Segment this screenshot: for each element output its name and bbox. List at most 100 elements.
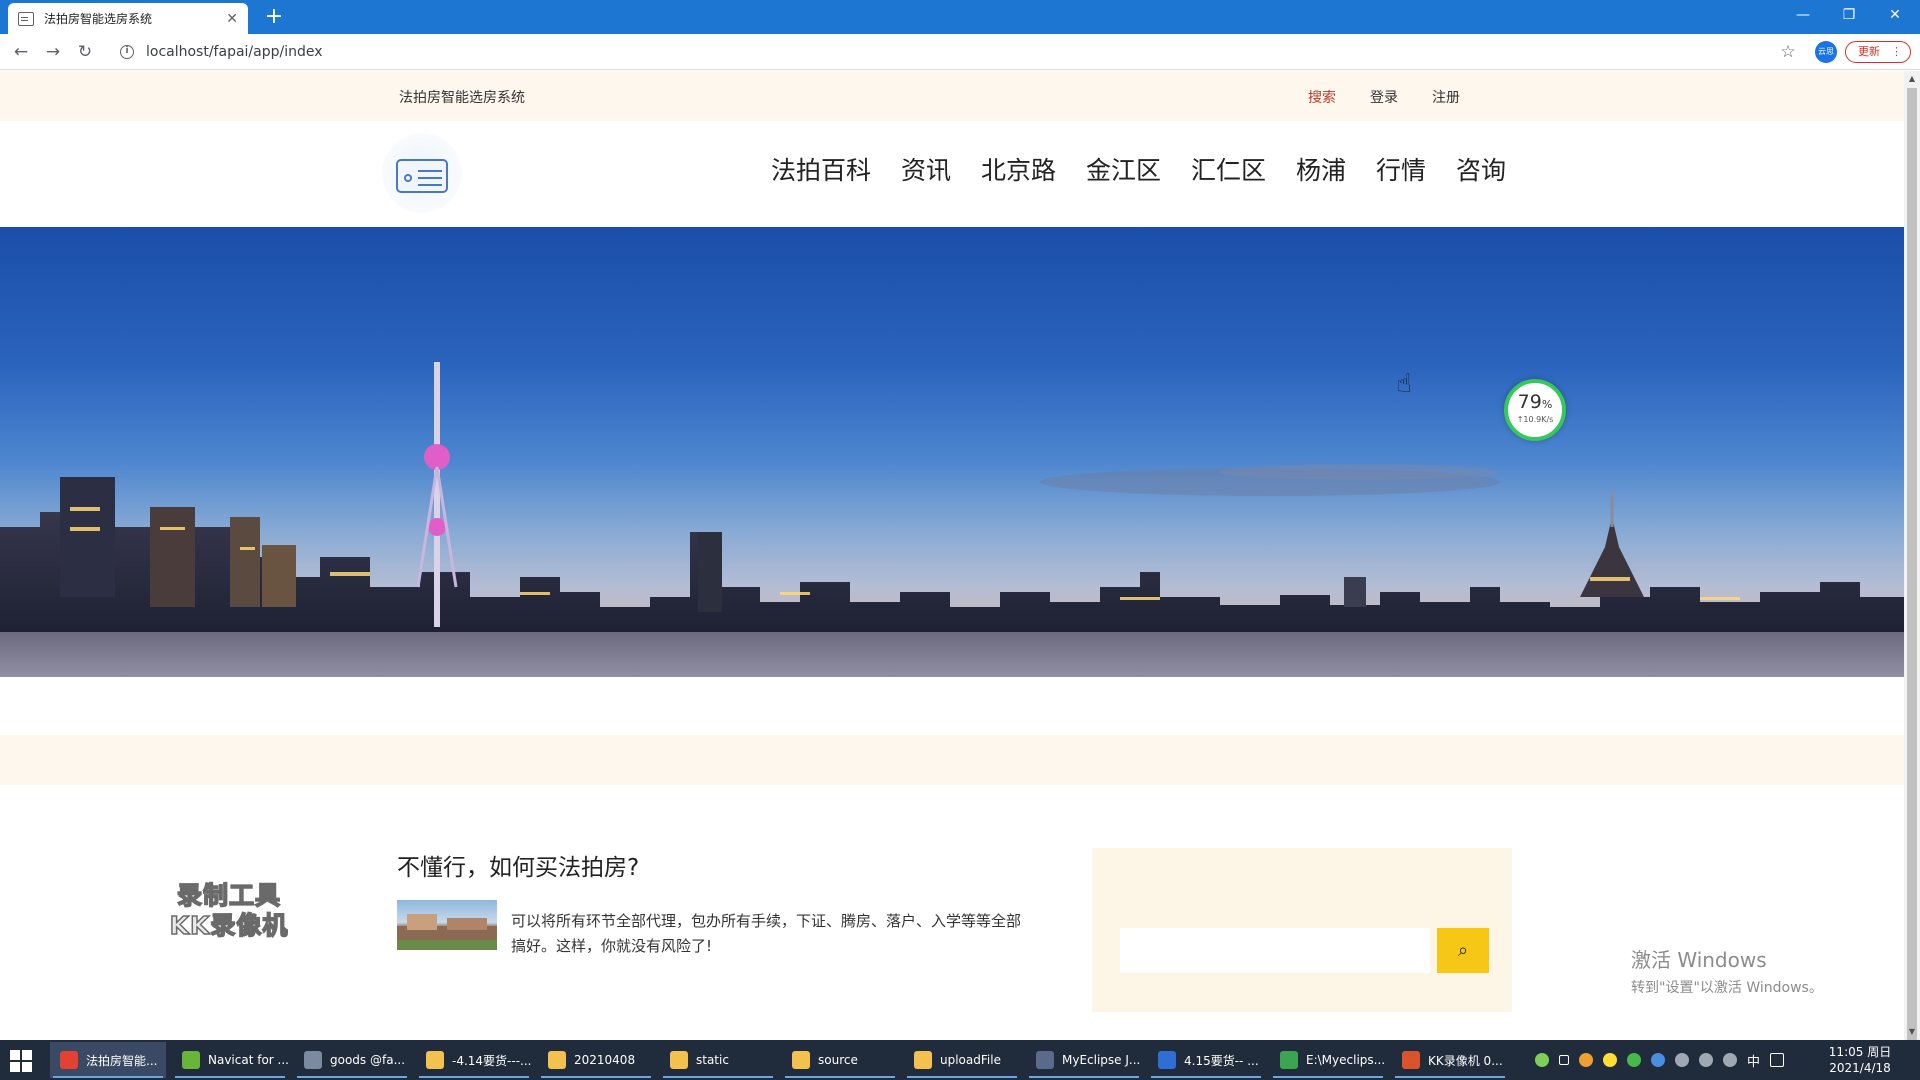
taskbar-item[interactable]: Navicat for ...	[172, 1042, 288, 1078]
app-icon	[1036, 1051, 1054, 1069]
nav-item-consult[interactable]: 咨询	[1456, 151, 1506, 187]
nav-item-market[interactable]: 行情	[1376, 151, 1426, 187]
nav-item-yangpu[interactable]: 杨浦	[1296, 151, 1346, 187]
menu-dots-icon[interactable]: ⋮	[1891, 42, 1902, 62]
nav-item-beijing-road[interactable]: 北京路	[981, 151, 1056, 187]
forward-icon[interactable]: →	[40, 39, 66, 65]
taskbar-item[interactable]: E:\Myeclips...	[1270, 1042, 1386, 1078]
taskbar-item-label: static	[696, 1053, 729, 1067]
volume-icon[interactable]	[1723, 1053, 1737, 1067]
app-icon	[426, 1051, 444, 1069]
nav-item-news[interactable]: 资讯	[901, 151, 951, 187]
scrollbar-thumb[interactable]	[1907, 88, 1917, 1040]
tab-close-icon[interactable]: ✕	[226, 11, 238, 27]
widget-percent: 79	[1517, 391, 1542, 413]
page-favicon-icon	[18, 11, 34, 26]
window-minimize-button[interactable]: —	[1780, 0, 1826, 30]
bookmark-star-icon[interactable]: ☆	[1776, 39, 1800, 65]
taskbar-item[interactable]: static	[660, 1042, 776, 1078]
article-thumbnail[interactable]	[397, 900, 497, 950]
activation-hint: 转到"设置"以激活 Windows。	[1631, 980, 1823, 996]
hero-banner	[0, 227, 1904, 677]
clock-date: 2021/4/18	[1829, 1061, 1891, 1075]
app-icon	[670, 1051, 688, 1069]
keyboard-icon[interactable]	[1770, 1053, 1785, 1067]
taskbar-item-label: MyEclipse J...	[1062, 1053, 1141, 1067]
ime-indicator[interactable]: 中	[1747, 1051, 1760, 1070]
browser-tab[interactable]: 法拍房智能选房系统 ✕	[8, 3, 248, 34]
tab-title: 法拍房智能选房系统	[44, 12, 153, 26]
taskbar-item-label: -4.14要货---...	[452, 1053, 532, 1068]
taskbar-item[interactable]: -4.14要货---...	[416, 1042, 532, 1078]
window-restore-button[interactable]: ❐	[1826, 0, 1872, 30]
reload-icon[interactable]: ↻	[72, 39, 98, 65]
search-icon: ⌕	[1457, 940, 1469, 960]
update-button[interactable]: 更新 ⋮	[1845, 41, 1911, 63]
taskbar-item[interactable]: KK录像机 0...	[1392, 1042, 1508, 1078]
shield-icon[interactable]	[1651, 1053, 1665, 1067]
search-input[interactable]	[1120, 928, 1430, 973]
clock-time: 11:05 周日	[1828, 1045, 1892, 1059]
site-info-icon[interactable]: i	[120, 45, 134, 59]
battery-icon[interactable]	[1535, 1053, 1549, 1067]
taskbar-item[interactable]: MyEclipse J...	[1026, 1042, 1142, 1078]
taskbar-item[interactable]: source	[782, 1042, 898, 1078]
app-icon	[914, 1051, 932, 1069]
tray-app-icon[interactable]	[1579, 1053, 1593, 1067]
register-link[interactable]: 注册	[1432, 87, 1460, 107]
app-icon	[60, 1051, 78, 1069]
page-viewport: 法拍房智能选房系统 搜索 登录 注册 法拍百科 资讯 北京路 金江区 汇仁区 杨…	[0, 71, 1904, 1040]
nav-item-fapai-baike[interactable]: 法拍百科	[771, 151, 871, 187]
update-label: 更新	[1858, 45, 1880, 58]
city-skyline-image	[0, 362, 1904, 677]
network-icon[interactable]	[1675, 1053, 1689, 1067]
nav-item-huiren[interactable]: 汇仁区	[1191, 151, 1266, 187]
nav-item-jinjiang[interactable]: 金江区	[1086, 151, 1161, 187]
page-scrollbar[interactable]: ▲ ▼	[1904, 71, 1920, 1040]
app-icon	[548, 1051, 566, 1069]
login-link[interactable]: 登录	[1370, 87, 1398, 107]
recorder-watermark: 录制工具 KK录像机	[160, 880, 298, 941]
search-button[interactable]: ⌕	[1437, 928, 1489, 973]
article-summary: 可以将所有环节全部代理，包办所有手续，下证、腾房、落户、入学等等全部搞好。这样，…	[511, 912, 1022, 955]
app-icon	[1402, 1051, 1420, 1069]
search-panel: ⌕	[1092, 848, 1512, 1012]
taskbar-item[interactable]: 4.15要货-- ...	[1148, 1042, 1264, 1078]
taskbar-item-label: goods @fa...	[330, 1053, 406, 1067]
scroll-up-icon[interactable]: ▲	[1904, 71, 1920, 87]
app-icon	[182, 1051, 200, 1069]
taskbar-item[interactable]: 法拍房智能...	[50, 1042, 166, 1078]
wifi-icon[interactable]	[1699, 1053, 1713, 1067]
section-divider-band	[0, 735, 1904, 785]
taskbar-item[interactable]: goods @fa...	[294, 1042, 410, 1078]
security-icon[interactable]	[1627, 1053, 1641, 1067]
new-tab-button[interactable]: +	[260, 4, 288, 30]
profile-avatar[interactable]: 云思	[1815, 41, 1837, 63]
hand-cursor-icon: ☝	[1396, 369, 1412, 399]
widget-speed: ↑10.9K/s	[1516, 415, 1554, 424]
window-close-button[interactable]: ✕	[1872, 0, 1918, 30]
windows-start-icon[interactable]	[10, 1050, 32, 1072]
qq-icon[interactable]	[1603, 1053, 1617, 1067]
taskbar-item-label: uploadFile	[940, 1053, 1001, 1067]
app-icon	[1158, 1051, 1176, 1069]
tray-chevron-icon[interactable]	[1559, 1055, 1569, 1065]
scroll-down-icon[interactable]: ▼	[1904, 1024, 1920, 1040]
address-bar[interactable]: i localhost/fapai/app/index	[112, 38, 1782, 66]
address-url[interactable]: localhost/fapai/app/index	[146, 44, 323, 60]
back-icon[interactable]: ←	[8, 39, 34, 65]
app-icon	[304, 1051, 322, 1069]
taskbar-item[interactable]: 20210408	[538, 1042, 654, 1078]
windows-activation-notice: 激活 Windows 转到"设置"以激活 Windows。	[1631, 944, 1823, 997]
taskbar-item-label: 法拍房智能...	[86, 1053, 158, 1068]
taskbar-item[interactable]: uploadFile	[904, 1042, 1020, 1078]
browser-titlebar: 法拍房智能选房系统 ✕ + — ❐ ✕	[0, 0, 1920, 34]
app-icon	[792, 1051, 810, 1069]
network-speed-widget[interactable]: 79% ↑10.9K/s	[1504, 379, 1566, 441]
system-clock[interactable]: 11:05 周日 2021/4/18	[1820, 1044, 1900, 1076]
taskbar-item-label: KK录像机 0...	[1428, 1053, 1503, 1068]
building-photo-image	[397, 914, 497, 950]
watermark-line2: KK录像机	[169, 910, 289, 941]
article-title[interactable]: 不懂行，如何买法拍房?	[397, 848, 639, 882]
search-link[interactable]: 搜索	[1308, 87, 1336, 107]
